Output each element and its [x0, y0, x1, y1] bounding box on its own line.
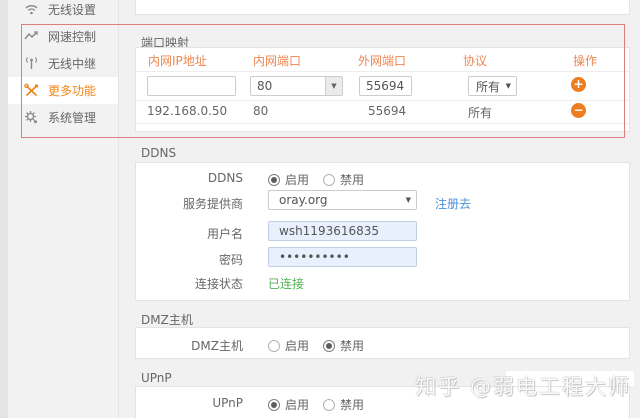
column-header-internal-port: 内网端口	[253, 52, 301, 69]
router-admin-screen: 无线设置 网速控制 无线中继 更多功能 系统管理	[0, 0, 640, 418]
protocol-select[interactable]: 所有 ▼	[468, 76, 517, 96]
column-header-internal-ip: 内网IP地址	[148, 52, 207, 69]
connection-status-label: 连接状态	[135, 275, 243, 292]
internal-port-combo: ▼	[250, 76, 343, 96]
upnp-radio-group: 启用 禁用	[268, 396, 378, 413]
sidebar-item-speed-control[interactable]: 网速控制	[8, 23, 118, 50]
minus-icon: −	[573, 104, 583, 116]
chevron-down-icon: ▼	[331, 82, 336, 90]
plus-icon: +	[573, 78, 583, 90]
dmz-label: DMZ主机	[135, 337, 243, 354]
upnp-title: UPnP	[141, 371, 172, 385]
dmz-radio-group: 启用 禁用	[268, 337, 378, 354]
column-header-protocol: 协议	[463, 52, 487, 69]
chevron-down-icon: ▼	[501, 82, 516, 90]
column-header-external-port: 外网端口	[358, 52, 406, 69]
ddns-disable-radio[interactable]	[323, 174, 335, 186]
protocol-select-value: 所有	[469, 78, 501, 95]
dmz-title: DMZ主机	[141, 311, 193, 328]
sidebar: 无线设置 网速控制 无线中继 更多功能 系统管理	[0, 0, 119, 418]
ddns-disable-label: 禁用	[340, 171, 364, 188]
password-label: 密码	[135, 251, 243, 268]
ddns-enable-radio[interactable]	[268, 174, 280, 186]
rule-internal-ip: 192.168.0.50	[147, 104, 227, 118]
upnp-enable-radio[interactable]	[268, 399, 280, 411]
dmz-disable-radio[interactable]	[323, 340, 335, 352]
sidebar-item-label: 无线设置	[48, 1, 96, 18]
sidebar-item-label: 网速控制	[48, 28, 96, 45]
chevron-down-icon: ▼	[401, 196, 416, 204]
gear-icon	[24, 110, 39, 125]
column-header-action: 操作	[573, 52, 597, 69]
internal-port-dropdown-button[interactable]: ▼	[325, 76, 343, 96]
provider-select[interactable]: oray.org ▼	[268, 190, 417, 210]
internal-ip-input[interactable]	[147, 76, 236, 96]
upnp-disable-label: 禁用	[340, 396, 364, 413]
sidebar-item-label: 更多功能	[48, 82, 96, 99]
dmz-disable-label: 禁用	[340, 337, 364, 354]
username-input[interactable]	[268, 221, 417, 241]
wifi-icon	[24, 2, 39, 17]
upnp-disable-radio[interactable]	[323, 399, 335, 411]
upnp-enable-label: 启用	[285, 396, 309, 413]
sidebar-edge-strip	[0, 0, 8, 418]
dmz-enable-label: 启用	[285, 337, 309, 354]
register-link[interactable]: 注册去	[435, 195, 471, 212]
upnp-label: UPnP	[135, 396, 243, 410]
row-divider	[135, 123, 630, 124]
password-input[interactable]	[268, 247, 417, 267]
previous-section-card-partial	[135, 0, 630, 15]
dmz-enable-radio[interactable]	[268, 340, 280, 352]
ddns-label: DDNS	[135, 171, 243, 185]
ddns-radio-group: 启用 禁用	[268, 171, 378, 188]
tools-icon	[24, 83, 39, 98]
sidebar-item-wireless-settings[interactable]: 无线设置	[8, 0, 118, 23]
sidebar-item-system-management[interactable]: 系统管理	[8, 104, 118, 131]
rule-external-port: 55694	[368, 104, 406, 118]
delete-rule-button[interactable]: −	[571, 103, 586, 118]
sidebar-item-more-features[interactable]: 更多功能	[8, 77, 118, 104]
external-port-input[interactable]	[359, 76, 412, 96]
internal-port-input[interactable]	[250, 76, 325, 96]
ddns-title: DDNS	[141, 146, 176, 160]
ddns-enable-label: 启用	[285, 171, 309, 188]
username-label: 用户名	[135, 225, 243, 242]
antenna-icon	[24, 56, 39, 71]
sidebar-item-label: 无线中继	[48, 55, 96, 72]
connection-status-value: 已连接	[268, 275, 304, 292]
provider-label: 服务提供商	[135, 195, 243, 212]
provider-select-value: oray.org	[269, 193, 401, 207]
add-rule-button[interactable]: +	[571, 77, 586, 92]
rule-internal-port: 80	[253, 104, 268, 118]
watermark: 知乎 @弱电工程大师	[415, 371, 631, 401]
sidebar-item-label: 系统管理	[48, 109, 96, 126]
rule-protocol: 所有	[468, 104, 492, 121]
sidebar-item-wireless-repeater[interactable]: 无线中继	[8, 50, 118, 77]
row-divider	[135, 100, 630, 101]
header-divider	[135, 71, 630, 72]
speed-chart-icon	[24, 29, 39, 44]
